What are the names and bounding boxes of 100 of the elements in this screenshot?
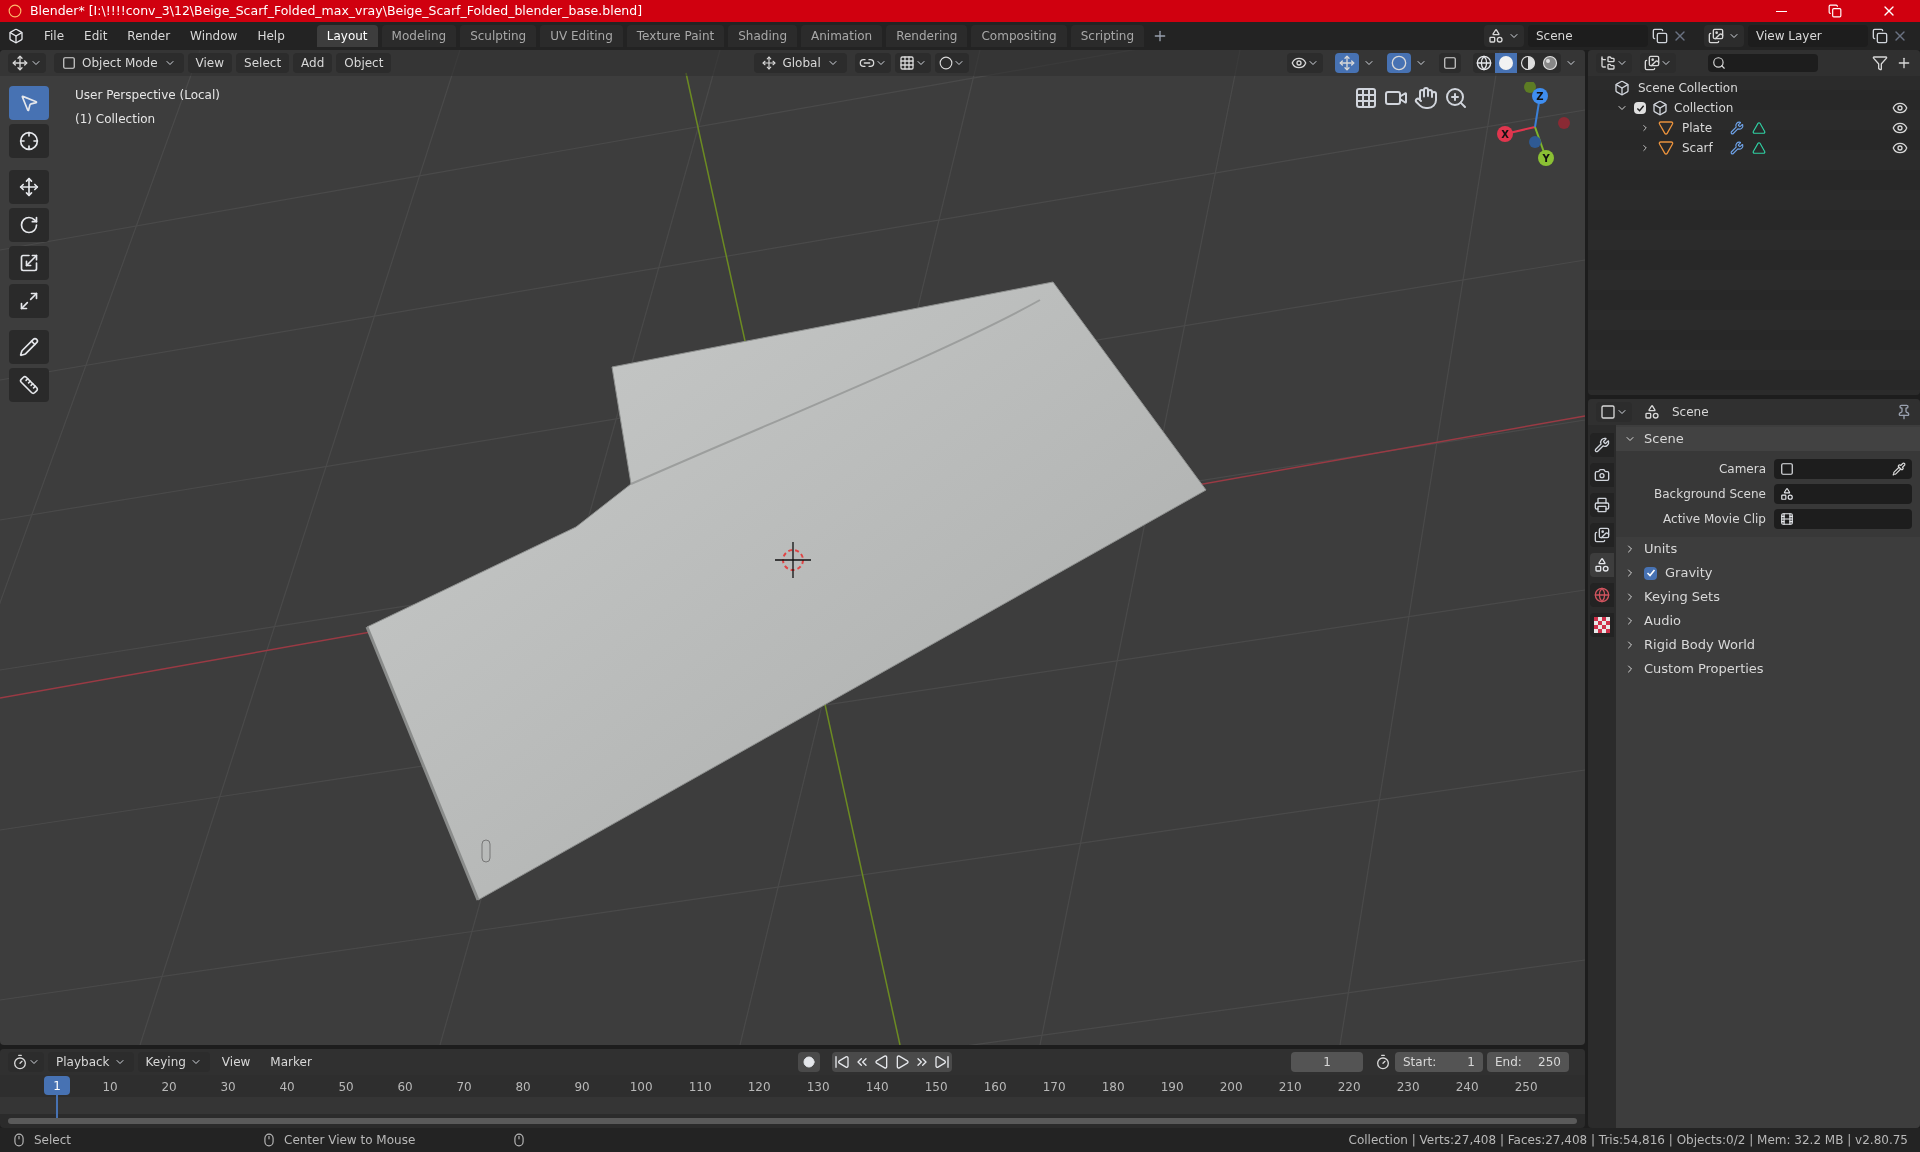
workspace-tab[interactable]: UV Editing <box>540 25 623 47</box>
pivot-selector[interactable] <box>854 53 891 73</box>
shading-mode-button[interactable] <box>1539 53 1561 73</box>
frame-number: 80 <box>515 1079 531 1096</box>
pencil-icon <box>19 337 39 357</box>
workspace-tab[interactable]: Rendering <box>886 25 968 47</box>
menu-item[interactable]: Window <box>182 25 246 47</box>
outliner-item[interactable]: Scene Collection <box>1638 79 1738 97</box>
tool-button[interactable] <box>9 170 49 204</box>
zoom-icon[interactable] <box>1444 86 1468 110</box>
snap-toggle[interactable] <box>894 53 931 73</box>
navigation-gizmo[interactable]: Z X Y <box>1490 82 1580 172</box>
current-frame-field[interactable]: 1 <box>1291 1052 1363 1072</box>
xray-toggle[interactable] <box>1439 53 1461 73</box>
eye-icon[interactable] <box>1892 100 1908 116</box>
tool-button[interactable] <box>9 368 49 402</box>
properties-tab[interactable] <box>1590 553 1614 577</box>
timeline-menu[interactable]: Marker <box>262 1052 320 1072</box>
outliner-item[interactable]: Collection <box>1674 99 1734 117</box>
timeline-menu[interactable]: View <box>213 1052 259 1072</box>
scene-field[interactable]: Scene <box>1528 25 1648 47</box>
object-icon <box>1780 462 1794 476</box>
new-layer-icon[interactable] <box>1872 28 1888 44</box>
workspace-tab[interactable]: Shading <box>728 25 797 47</box>
panel-header[interactable]: Gravity <box>1616 561 1920 585</box>
visibility-dropdown[interactable] <box>1287 53 1323 73</box>
properties-tab[interactable] <box>1590 463 1614 487</box>
tool-button[interactable] <box>9 330 49 364</box>
panel-header[interactable]: Custom Properties <box>1616 657 1920 681</box>
workspace-tab[interactable]: Sculpting <box>460 25 537 47</box>
viewport-menu[interactable]: Object <box>336 53 392 73</box>
display-mode-selector[interactable] <box>1596 53 1632 73</box>
record-button[interactable] <box>797 1052 820 1072</box>
app-menu-icon[interactable] <box>8 28 24 44</box>
grid-view-icon[interactable] <box>1354 86 1378 110</box>
timeline-menu[interactable]: Playback <box>48 1052 134 1072</box>
search-field[interactable] <box>1708 54 1818 72</box>
workspace-tab[interactable]: Modeling <box>381 25 457 47</box>
new-scene-icon[interactable] <box>1652 28 1668 44</box>
checkbox[interactable] <box>1644 566 1657 580</box>
workspace-tab[interactable]: Layout <box>316 25 378 47</box>
tool-button[interactable] <box>9 284 49 318</box>
editor-type-selector[interactable] <box>8 1052 44 1072</box>
tool-button[interactable] <box>9 124 49 158</box>
field-input[interactable] <box>1774 509 1912 529</box>
scene-selector[interactable] <box>1484 25 1524 47</box>
timeline-scrollbar[interactable] <box>8 1118 1577 1124</box>
filter-icon[interactable] <box>1872 55 1888 71</box>
properties-tab[interactable] <box>1590 433 1614 457</box>
field-input[interactable] <box>1774 459 1912 479</box>
viewport-menu[interactable]: View <box>187 53 233 73</box>
proportional-edit-toggle[interactable] <box>934 53 969 73</box>
pan-hand-icon[interactable] <box>1414 86 1438 110</box>
editor-type-selector[interactable] <box>8 53 46 73</box>
eyedropper-icon[interactable] <box>1892 462 1906 476</box>
panel-header[interactable]: Keying Sets <box>1616 585 1920 609</box>
eye-icon[interactable] <box>1892 140 1908 156</box>
tool-button[interactable] <box>9 246 49 280</box>
outliner-item[interactable]: Scarf <box>1682 139 1722 157</box>
viewport-menu[interactable]: Add <box>293 53 333 73</box>
shading-mode-button[interactable] <box>1517 53 1539 73</box>
mode-dropdown[interactable]: Object Mode <box>54 53 184 73</box>
menu-item[interactable]: Help <box>249 25 293 47</box>
menu-item[interactable]: File <box>36 25 73 47</box>
workspace-tab[interactable]: Compositing <box>971 25 1067 47</box>
pin-icon[interactable] <box>1896 404 1912 420</box>
view-layer-selector[interactable] <box>1704 25 1744 47</box>
panel-header[interactable]: Rigid Body World <box>1616 633 1920 657</box>
workspace-tab[interactable]: Animation <box>801 25 883 47</box>
mesh-data-icon <box>1752 121 1766 135</box>
playhead-frame[interactable]: 1 <box>44 1076 70 1095</box>
filter-mode-selector[interactable] <box>1640 53 1676 73</box>
new-collection-icon[interactable] <box>1896 55 1912 71</box>
3d-viewport[interactable]: Object Mode View Select Add Object Global User Perspective (Local) (1) Collection Z X Y <box>0 50 1585 1045</box>
overlay-toggle[interactable] <box>1387 53 1411 73</box>
gizmo-toggle[interactable] <box>1335 53 1359 73</box>
workspace-tab[interactable]: Scripting <box>1070 25 1145 47</box>
eye-icon[interactable] <box>1892 120 1908 136</box>
view-layer-field[interactable]: View Layer <box>1748 25 1868 47</box>
properties-tab[interactable] <box>1590 613 1614 637</box>
end-frame-field[interactable]: End: 250 <box>1487 1052 1569 1072</box>
panel-header[interactable]: Units <box>1616 537 1920 561</box>
shading-mode-button[interactable] <box>1473 53 1495 73</box>
tool-button[interactable] <box>9 208 49 242</box>
workspace-tab[interactable]: Texture Paint <box>626 25 725 47</box>
viewport-menu[interactable]: Select <box>236 53 290 73</box>
menu-item[interactable]: Render <box>119 25 179 47</box>
menu-item[interactable]: Edit <box>76 25 116 47</box>
checkbox[interactable] <box>1634 102 1646 114</box>
panel-header[interactable]: Scene <box>1616 427 1920 451</box>
properties-tab[interactable] <box>1590 493 1614 517</box>
properties-tab[interactable] <box>1590 523 1614 547</box>
panel-header[interactable]: Audio <box>1616 609 1920 633</box>
outliner-item[interactable]: Plate <box>1682 119 1722 137</box>
field-input[interactable] <box>1774 484 1912 504</box>
timeline-menu[interactable]: Keying <box>137 1052 210 1072</box>
editor-type-selector[interactable] <box>1596 402 1632 422</box>
start-frame-field[interactable]: Start: 1 <box>1395 1052 1483 1072</box>
orientation-dropdown[interactable]: Global <box>754 53 847 73</box>
stopwatch-icon[interactable] <box>1375 1054 1391 1070</box>
